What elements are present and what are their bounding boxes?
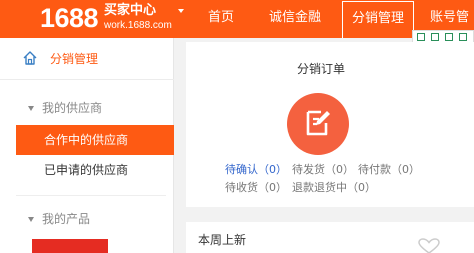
top-header: 1688 买家中心 work.1688.com 首页 诚信金融 分销管理 账号管 [0, 0, 474, 38]
weekly-new-title: 本周上新 [198, 233, 247, 247]
heart-icon[interactable] [418, 238, 440, 253]
group-my-suppliers[interactable]: 我的供应商 [28, 101, 102, 115]
sidebar: 分销管理 我的供应商 合作中的供应商 已申请的供应商 我的产品 [0, 38, 174, 253]
group-title-label: 我的供应商 [42, 101, 103, 115]
grid-icon[interactable] [459, 33, 467, 41]
nav-home[interactable]: 首页 [208, 0, 234, 38]
expand-icon[interactable] [417, 33, 425, 41]
stat-refund-return[interactable]: 退款退货中（0） [292, 181, 376, 194]
divider [16, 195, 166, 196]
sidebar-item-applied-suppliers[interactable]: 已申请的供应商 [16, 155, 174, 185]
caret-down-icon [28, 106, 34, 111]
logo-title[interactable]: 买家中心 [104, 3, 156, 18]
sidebar-item-cooperating-suppliers[interactable]: 合作中的供应商 [16, 125, 174, 155]
logo-url: work.1688.com [104, 20, 172, 31]
sidebar-header[interactable]: 分销管理 [0, 38, 174, 80]
stat-pending-confirm[interactable]: 待确认（0） [225, 163, 287, 176]
caret-down-icon [28, 217, 34, 222]
edit-document-icon [306, 110, 330, 136]
sidebar-item-placeholder[interactable] [32, 239, 108, 253]
sidebar-header-label: 分销管理 [50, 52, 99, 66]
logo-1688[interactable]: 1688 [40, 3, 99, 33]
stat-pending-pay[interactable]: 待付款（0） [358, 163, 420, 176]
group-title-label: 我的产品 [42, 212, 91, 226]
stat-pending-receive[interactable]: 待收货（0） [225, 181, 287, 194]
stat-pending-ship[interactable]: 待发货（0） [292, 163, 354, 176]
nav-distribution-management[interactable]: 分销管理 [342, 1, 414, 38]
orders-title: 分销订单 [296, 62, 345, 76]
weekly-new-panel: 本周上新 [186, 222, 474, 253]
restore-icon[interactable] [445, 33, 453, 41]
group-my-products[interactable]: 我的产品 [28, 212, 90, 226]
home-icon [23, 51, 37, 65]
distribution-orders-panel: 分销订单 待确认（0） 待发货（0） 待付款（0） 待收货（0） 退款退货中（0… [186, 42, 474, 207]
chevron-down-icon[interactable] [178, 9, 184, 13]
fullscreen-icon[interactable] [431, 33, 439, 41]
nav-credit-finance[interactable]: 诚信金融 [269, 0, 321, 38]
orders-icon-button[interactable] [287, 93, 349, 155]
